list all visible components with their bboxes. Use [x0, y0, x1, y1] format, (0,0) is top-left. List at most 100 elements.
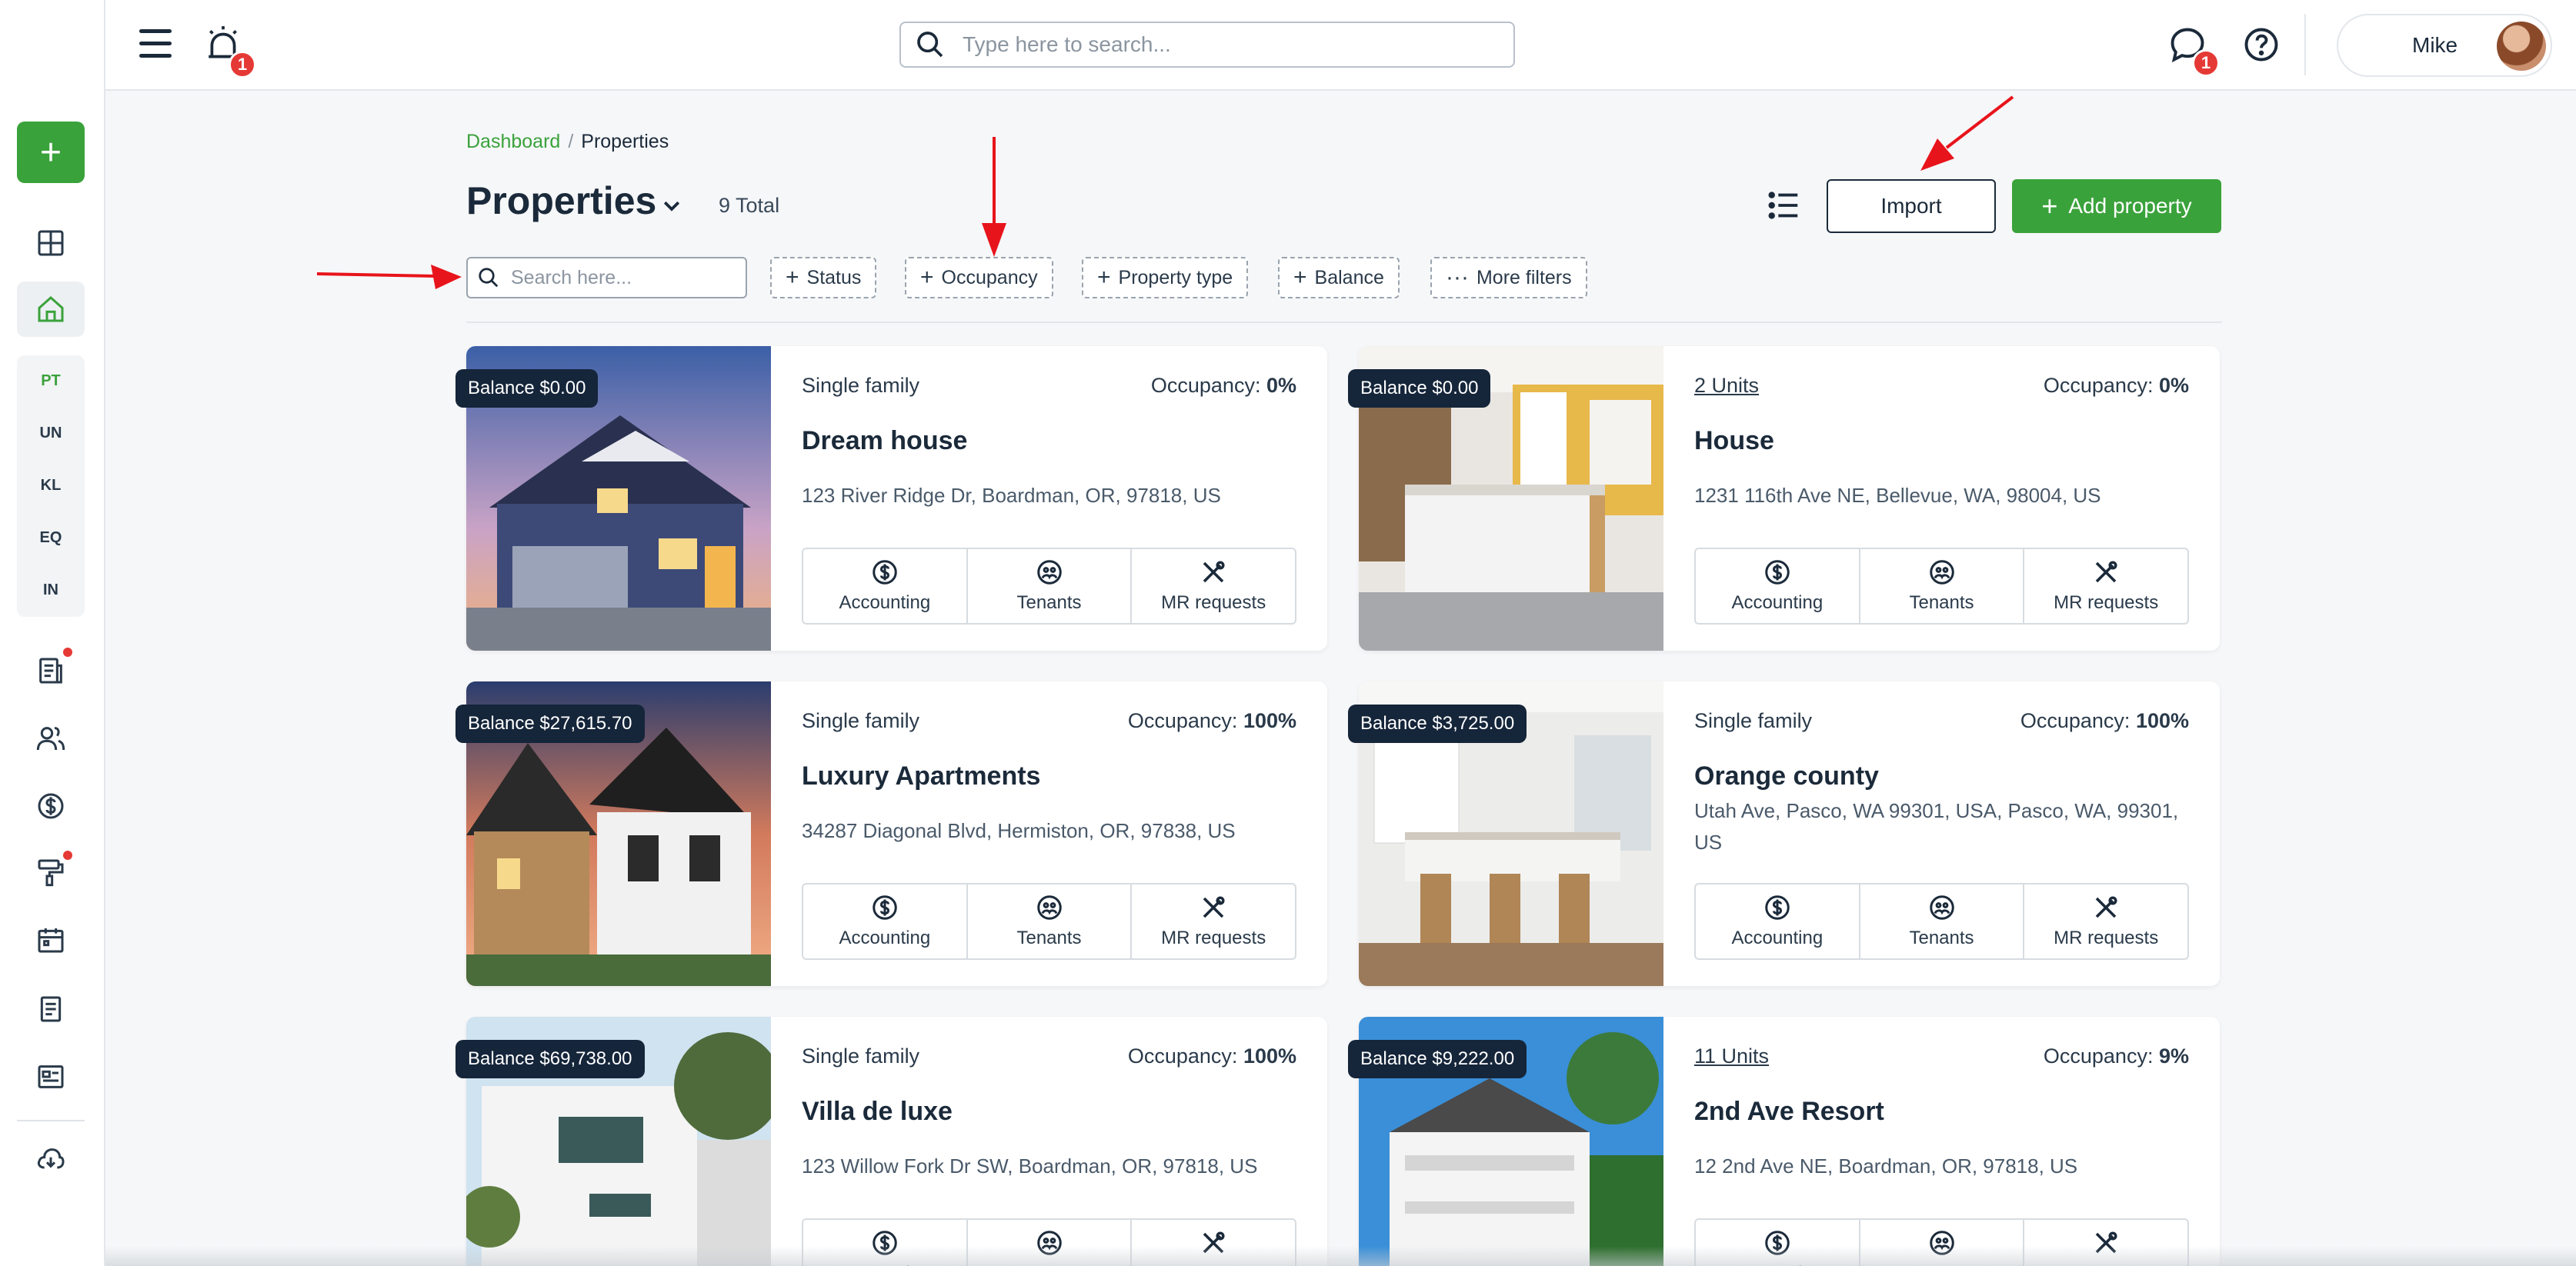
more-dots-icon: ··· — [1446, 265, 1469, 290]
filter-label: Status — [806, 266, 862, 288]
search-icon — [479, 268, 499, 288]
property-name[interactable]: Villa de luxe — [802, 1097, 953, 1127]
occupancy: Occupancy: 0% — [1151, 374, 1296, 398]
property-address: 34287 Diagonal Blvd, Hermiston, OR, 9783… — [802, 819, 1236, 842]
property-name[interactable]: Luxury Apartments — [802, 761, 1040, 791]
quick-add-button[interactable]: + — [17, 122, 85, 183]
sidebar-divider — [17, 1120, 85, 1121]
property-address: 12 2nd Ave NE, Boardman, OR, 97818, US — [1694, 1154, 2078, 1178]
menu-hamburger-icon[interactable] — [139, 29, 172, 58]
properties-home-icon[interactable] — [17, 282, 85, 337]
property-card[interactable]: Balance $69,738.00 Single family Occupan… — [455, 1017, 1327, 1266]
units-link[interactable]: 11 Units — [1694, 1044, 1769, 1068]
filter-property-type[interactable]: + Property type — [1082, 257, 1249, 298]
property-name[interactable]: Orange county — [1694, 761, 1879, 791]
occupancy: Occupancy: 0% — [2044, 374, 2189, 398]
filter-label: Occupancy — [941, 266, 1038, 288]
occupancy-label: Occupancy: — [1127, 709, 1238, 732]
tenants-button[interactable]: Tenants — [1860, 885, 2025, 958]
accounting-button[interactable]: Accounting — [1696, 885, 1860, 958]
occupancy-label: Occupancy: — [1150, 374, 1261, 397]
filter-label: More filters — [1476, 266, 1572, 288]
maintenance-roller-icon[interactable] — [17, 845, 85, 900]
property-search-input[interactable]: Search here... — [466, 257, 747, 298]
property-card[interactable]: Balance $3,725.00 Single family Occupanc… — [1348, 681, 2220, 986]
property-type: Single family — [802, 709, 920, 732]
reports-icon[interactable] — [17, 643, 85, 698]
cloud-download-icon[interactable] — [17, 1132, 85, 1188]
page-title[interactable]: Properties — [466, 178, 656, 223]
property-card[interactable]: Balance $0.00 2 Units Occupancy: 0% Hous… — [1348, 346, 2220, 651]
shortcut-eq[interactable]: EQ — [17, 529, 85, 547]
listings-icon[interactable] — [17, 1049, 85, 1104]
filter-status[interactable]: + Status — [770, 257, 877, 298]
property-address: 123 Willow Fork Dr SW, Boardman, OR, 978… — [802, 1154, 1258, 1178]
filter-occupancy[interactable]: + Occupancy — [905, 257, 1053, 298]
global-search-input[interactable]: Type here to search... — [899, 22, 1515, 68]
add-property-label: Add property — [2068, 194, 2192, 218]
tenants-button[interactable]: Tenants — [968, 549, 1133, 623]
shortcut-in[interactable]: IN — [17, 581, 85, 599]
tenants-label: Tenants — [1909, 928, 1974, 948]
mr-requests-button[interactable]: MR requests — [1132, 549, 1295, 623]
help-question-icon[interactable] — [2241, 25, 2281, 65]
calendar-icon[interactable] — [17, 912, 85, 968]
dollar-icon — [873, 895, 897, 920]
mr-requests-button[interactable]: MR requests — [2024, 549, 2187, 623]
shortcut-pt[interactable]: PT — [17, 372, 85, 390]
plus-icon: + — [786, 265, 799, 290]
mr-requests-button[interactable]: MR requests — [1132, 885, 1295, 958]
property-address: Utah Ave, Pasco, WA 99301, USA, Pasco, W… — [1694, 799, 2179, 854]
accounting-label: Accounting — [1731, 928, 1824, 948]
tenants-icon — [1929, 560, 1954, 585]
shortcut-un[interactable]: UN — [17, 425, 85, 442]
card-actions: Accounting Tenants MR requests — [1694, 548, 2189, 625]
shortcut-kl[interactable]: KL — [17, 477, 85, 495]
add-property-button[interactable]: + Add property — [2012, 179, 2221, 233]
property-card[interactable]: Balance $0.00 Single family Occupancy: 0… — [455, 346, 1327, 651]
units-link[interactable]: 2 Units — [1694, 374, 1759, 398]
property-card[interactable]: Balance $9,222.00 11 Units Occupancy: 9%… — [1348, 1017, 2220, 1266]
list-view-icon[interactable] — [1767, 188, 1802, 223]
accounting-label: Accounting — [1731, 592, 1824, 613]
breadcrumb-dashboard-link[interactable]: Dashboard — [466, 131, 560, 152]
property-name[interactable]: 2nd Ave Resort — [1694, 1097, 1884, 1127]
header-divider — [2304, 14, 2306, 75]
accounting-button[interactable]: Accounting — [803, 549, 968, 623]
property-name[interactable]: Dream house — [802, 426, 967, 456]
import-button[interactable]: Import — [1827, 179, 1996, 233]
property-name[interactable]: House — [1694, 426, 1774, 456]
accounting-button[interactable]: Accounting — [803, 885, 968, 958]
accounting-button[interactable]: Accounting — [1696, 549, 1860, 623]
filter-balance[interactable]: + Balance — [1278, 257, 1400, 298]
occupancy-label: Occupancy: — [2020, 709, 2131, 732]
property-search-placeholder: Search here... — [511, 266, 632, 288]
occupancy-value: 100% — [1243, 1044, 1296, 1068]
tenants-label: Tenants — [1016, 592, 1082, 613]
dashboard-grid-icon[interactable] — [17, 215, 85, 271]
maintenance-notification-dot — [63, 851, 72, 860]
accounting-label: Accounting — [839, 928, 931, 948]
global-search-placeholder: Type here to search... — [963, 32, 1171, 56]
sidebar: + PT UN KL EQ IN — [0, 0, 105, 1266]
filters-divider — [466, 321, 2222, 323]
occupancy: Occupancy: 9% — [2044, 1044, 2189, 1068]
accounting-dollar-icon[interactable] — [17, 778, 85, 834]
document-icon[interactable] — [17, 981, 85, 1037]
occupancy-value: 0% — [2158, 374, 2189, 397]
mr-requests-button[interactable]: MR requests — [2024, 885, 2187, 958]
filter-label: Balance — [1314, 266, 1384, 288]
filter-more[interactable]: ··· More filters — [1430, 257, 1587, 298]
tools-icon — [1203, 896, 1225, 918]
people-icon[interactable] — [17, 711, 85, 766]
occupancy-label: Occupancy: — [2043, 1044, 2154, 1068]
plus-icon: + — [1097, 265, 1111, 290]
chevron-down-icon[interactable] — [660, 194, 683, 217]
tenants-button[interactable]: Tenants — [1860, 549, 2025, 623]
property-type: Single family — [802, 374, 920, 397]
accounting-label: Accounting — [839, 592, 931, 613]
occupancy: Occupancy: 100% — [2020, 709, 2189, 733]
tenants-button[interactable]: Tenants — [968, 885, 1133, 958]
user-menu[interactable]: Mike — [2337, 14, 2552, 77]
property-card[interactable]: Balance $27,615.70 Single family Occupan… — [455, 681, 1327, 986]
